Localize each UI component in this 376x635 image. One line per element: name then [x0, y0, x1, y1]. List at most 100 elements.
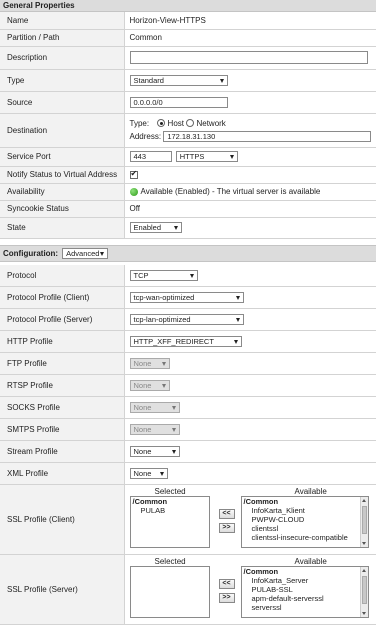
ssl-server-selected-list[interactable] [129, 566, 210, 618]
stream-profile-select[interactable]: None [129, 446, 180, 457]
ssl-client-available-list[interactable]: /Common InfoKarta_Klient PWPW-CLOUD clie… [240, 496, 369, 548]
configuration-table: Protocol TCP Protocol Profile (Client) t… [0, 264, 376, 625]
protocol-profile-client-label: Protocol Profile (Client) [0, 286, 124, 309]
scrollbar-thumb[interactable] [361, 506, 367, 534]
smtps-profile-select[interactable]: None [129, 424, 180, 435]
smtps-profile-value: None [133, 425, 152, 434]
ftp-profile-select[interactable]: None [129, 358, 170, 369]
xml-profile-value: None [133, 469, 152, 478]
chevron-down-icon [235, 296, 240, 300]
syncookie-value: Off [123, 200, 376, 218]
list-item[interactable]: clientssl [242, 524, 368, 533]
chevron-down-icon [159, 472, 164, 476]
chevron-down-icon [171, 406, 176, 410]
source-label: Source [0, 91, 124, 114]
list-item[interactable]: PWPW-CLOUD [242, 515, 368, 524]
xml-profile-select[interactable]: None [129, 468, 168, 479]
protocol-profile-client-value: tcp-wan-optimized [133, 293, 195, 302]
available-header: Available [294, 487, 327, 496]
type-select[interactable]: Standard [129, 74, 228, 86]
list-group: /Common [132, 497, 168, 506]
selected-header: Selected [154, 487, 186, 496]
ftp-profile-value: None [133, 359, 152, 368]
move-right-button[interactable]: >> [218, 523, 235, 533]
notify-label: Notify Status to Virtual Address [0, 166, 124, 184]
smtps-profile-label: SMTPS Profile [0, 418, 124, 441]
chevron-down-icon [161, 384, 166, 388]
ssl-profile-server-chooser: Selected Available << >> /Common InfoKar… [123, 554, 376, 625]
list-item[interactable]: PULAB [131, 506, 209, 515]
scroll-up-icon[interactable] [361, 499, 366, 502]
chevron-down-icon [229, 155, 234, 159]
list-item[interactable]: PULAB-SSL [242, 585, 368, 594]
description-input[interactable] [129, 51, 368, 64]
destination-host-label: Host [167, 118, 184, 128]
move-right-button[interactable]: >> [218, 593, 235, 603]
destination-label: Destination [0, 113, 124, 148]
destination-network-label: Network [196, 118, 226, 128]
move-left-button[interactable]: << [218, 579, 235, 589]
ssl-profile-server-label: SSL Profile (Server) [0, 554, 124, 625]
chevron-down-icon [189, 273, 194, 278]
ssl-profile-client-chooser: Selected Available /Common PULAB << >> /… [123, 484, 376, 555]
list-item[interactable]: InfoKarta_Klient [242, 506, 368, 515]
chevron-down-icon [171, 428, 176, 432]
socks-profile-label: SOCKS Profile [0, 396, 124, 419]
notify-checkbox[interactable]: ✔ [129, 169, 138, 179]
ssl-client-selected-list[interactable]: /Common PULAB [129, 496, 210, 548]
configuration-mode-select[interactable]: Advanced [62, 247, 109, 259]
service-port-label: Service Port [0, 147, 124, 167]
ssl-profile-client-label: SSL Profile (Client) [0, 484, 124, 555]
ssl-server-available-list[interactable]: /Common InfoKarta_Server PULAB-SSL apm-d… [240, 566, 369, 618]
scroll-up-icon[interactable] [361, 569, 366, 572]
service-port-select-value: HTTPS [179, 152, 205, 161]
rtsp-profile-select[interactable]: None [129, 380, 170, 391]
source-input[interactable]: 0.0.0.0/0 [129, 96, 228, 108]
destination-host-radio[interactable] [157, 119, 166, 128]
scrollbar-thumb[interactable] [361, 576, 367, 604]
socks-profile-select[interactable]: None [129, 402, 180, 413]
list-item[interactable]: clientssl-insecure-compatible [242, 533, 368, 542]
partition-value: Common [123, 29, 376, 47]
list-item[interactable]: apm-default-serverssl [242, 594, 368, 603]
protocol-select[interactable]: TCP [129, 269, 198, 281]
scroll-down-icon[interactable] [361, 542, 366, 545]
socks-profile-value: None [133, 403, 152, 412]
destination-type-label: Type: [129, 118, 150, 128]
scroll-down-icon[interactable] [361, 612, 366, 615]
protocol-profile-server-value: tcp-lan-optimized [133, 315, 191, 324]
chevron-down-icon [219, 78, 224, 83]
service-port-select[interactable]: HTTPS [175, 151, 238, 162]
name-label: Name [0, 12, 124, 30]
chevron-down-icon [161, 362, 166, 366]
http-profile-label: HTTP Profile [0, 330, 124, 353]
http-profile-select[interactable]: HTTP_XFF_REDIRECT [129, 336, 242, 347]
destination-network-radio[interactable] [186, 119, 195, 128]
protocol-profile-server-label: Protocol Profile (Server) [0, 308, 124, 331]
http-profile-value: HTTP_XFF_REDIRECT [133, 337, 214, 346]
chevron-down-icon [173, 226, 178, 230]
list-item[interactable]: serverssl [242, 603, 368, 612]
type-select-value: Standard [133, 75, 164, 85]
protocol-profile-server-select[interactable]: tcp-lan-optimized [129, 314, 244, 325]
destination-address-label: Address: [129, 131, 162, 141]
general-properties-header: General Properties [0, 0, 376, 12]
description-label: Description [0, 46, 124, 70]
state-select[interactable]: Enabled [129, 222, 182, 233]
stream-profile-value: None [133, 447, 152, 456]
available-header: Available [294, 557, 327, 566]
scrollbar[interactable] [359, 567, 368, 617]
general-properties-table: Name Horizon-View-HTTPS Partition / Path… [0, 12, 376, 239]
configuration-header: Configuration: Advanced [0, 244, 376, 262]
selected-header: Selected [154, 557, 186, 566]
configuration-mode-value: Advanced [66, 248, 100, 258]
list-item[interactable]: InfoKarta_Server [242, 576, 368, 585]
scrollbar[interactable] [359, 497, 368, 547]
rtsp-profile-value: None [133, 381, 152, 390]
xml-profile-label: XML Profile [0, 462, 124, 485]
service-port-input[interactable]: 443 [129, 151, 172, 162]
move-left-button[interactable]: << [218, 509, 235, 519]
protocol-profile-client-select[interactable]: tcp-wan-optimized [129, 292, 244, 303]
destination-address-input[interactable]: 172.18.31.130 [163, 130, 372, 142]
availability-value: Available (Enabled) - The virtual server… [140, 187, 321, 196]
